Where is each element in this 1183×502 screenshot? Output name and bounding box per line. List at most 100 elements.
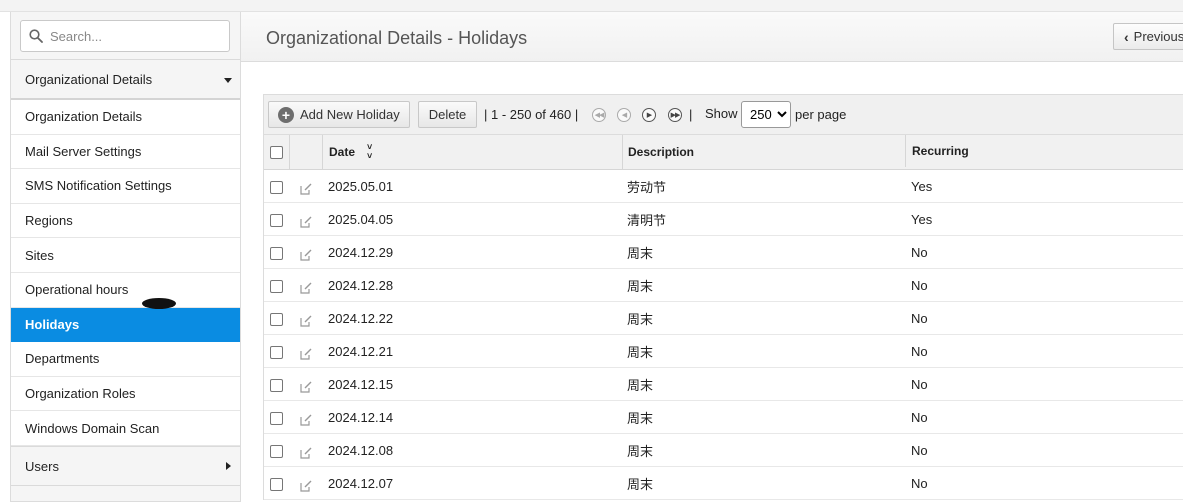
sidebar: Organizational Details Organization Deta… (10, 12, 241, 502)
row-checkbox-cell (264, 368, 289, 400)
sidebar-item-organization-roles[interactable]: Organization Roles (11, 376, 240, 412)
row-checkbox[interactable] (270, 246, 283, 260)
row-checkbox-cell (264, 335, 289, 367)
row-checkbox-cell (264, 269, 289, 301)
section-header-label: Users (25, 458, 59, 474)
per-page-select[interactable]: 250 (741, 101, 791, 128)
section-header-users[interactable]: Users (11, 446, 240, 486)
row-checkbox[interactable] (270, 180, 283, 194)
date-cell: 2024.12.22 (328, 310, 394, 326)
edit-cell (289, 335, 322, 367)
table-row[interactable]: 2024.12.14 周末 No (264, 401, 1183, 434)
delete-button-label: Delete (428, 107, 467, 122)
edit-icon[interactable] (299, 315, 312, 327)
table-row[interactable]: 2025.04.05 清明节 Yes (264, 203, 1183, 236)
first-page-icon[interactable]: ◀◀ (592, 108, 606, 122)
table-row[interactable]: 2024.12.21 周末 No (264, 335, 1183, 368)
sidebar-item-mail-server-settings[interactable]: Mail Server Settings (11, 134, 240, 170)
edit-icon[interactable] (299, 381, 312, 393)
sidebar-item-label: Departments (25, 351, 100, 367)
edit-icon[interactable] (299, 282, 312, 294)
edit-icon[interactable] (299, 348, 312, 360)
per-page-label: per page (795, 107, 847, 122)
row-checkbox-cell (264, 203, 289, 235)
sidebar-item-departments[interactable]: Departments (11, 342, 240, 377)
sidebar-item-label: Sites (25, 247, 54, 263)
sidebar-item-organization-details[interactable]: Organization Details (11, 100, 240, 135)
page-header: Organizational Details - Holidays ‹ Prev… (241, 12, 1183, 62)
sidebar-item-regions[interactable]: Regions (11, 203, 240, 239)
edit-cell (289, 401, 322, 433)
pager-range: | 1 - 250 of 460 | (484, 107, 579, 122)
edit-icon[interactable] (299, 183, 312, 195)
last-page-icon[interactable]: ▶▶ (668, 108, 682, 122)
sidebar-item-operational-hours[interactable]: Operational hours (11, 272, 240, 308)
edit-cell (289, 467, 322, 499)
search-input[interactable] (50, 28, 220, 44)
sidebar-item-label: Mail Server Settings (25, 143, 142, 159)
row-checkbox[interactable] (270, 279, 283, 293)
table-row[interactable]: 2025.05.01 劳动节 Yes (264, 170, 1183, 203)
sidebar-item-sites[interactable]: Sites (11, 238, 240, 273)
row-checkbox[interactable] (270, 477, 283, 491)
edit-icon[interactable] (299, 216, 312, 228)
sidebar-item-holidays[interactable]: Holidays (11, 307, 240, 343)
date-cell: 2024.12.28 (328, 277, 394, 293)
edit-icon[interactable] (299, 447, 312, 459)
recurring-cell: No (911, 409, 928, 425)
row-checkbox[interactable] (270, 444, 283, 458)
row-checkbox-cell (264, 170, 289, 202)
row-checkbox[interactable] (270, 411, 283, 425)
recurring-column-header[interactable]: Recurring (905, 135, 1183, 167)
select-all-checkbox[interactable] (270, 145, 283, 159)
description-cell: 周末 (627, 476, 654, 492)
row-checkbox[interactable] (270, 213, 283, 227)
edit-cell (289, 203, 322, 235)
table-row[interactable]: 2024.12.15 周末 No (264, 368, 1183, 401)
row-checkbox[interactable] (270, 345, 283, 359)
chevron-left-icon: ‹ (1124, 28, 1129, 45)
recurring-cell: No (911, 277, 928, 293)
sidebar-item-windows-domain-scan[interactable]: Windows Domain Scan (11, 411, 240, 446)
date-cell: 2024.12.07 (328, 475, 394, 491)
table-row[interactable]: 2024.12.08 周末 No (264, 434, 1183, 467)
edit-icon[interactable] (299, 249, 312, 261)
table-row[interactable]: 2024.12.29 周末 No (264, 236, 1183, 269)
sidebar-item-label: Holidays (25, 316, 80, 332)
pager-separator: | (689, 107, 693, 122)
description-header-label: Description (628, 145, 695, 159)
description-column-header[interactable]: Description (622, 135, 905, 169)
sidebar-item-label: Operational hours (25, 282, 129, 298)
edit-icon[interactable] (299, 414, 312, 426)
date-cell: 2024.12.29 (328, 244, 394, 260)
description-cell: 清明节 (627, 212, 667, 228)
search-box[interactable] (20, 20, 230, 52)
sidebar-item-sms-notification-settings[interactable]: SMS Notification Settings (11, 169, 240, 204)
edit-cell (289, 170, 322, 202)
row-checkbox[interactable] (270, 312, 283, 326)
next-page-icon[interactable]: ▶ (642, 108, 656, 122)
search-icon (29, 29, 43, 43)
holidays-table: Date ˅ ˅ Description Recurring 2025.05.01… (263, 135, 1183, 500)
delete-button[interactable]: Delete (418, 101, 477, 128)
row-checkbox-cell (264, 401, 289, 433)
section-header-organizational-details[interactable]: Organizational Details (11, 59, 240, 100)
edit-icon[interactable] (299, 480, 312, 492)
sort-descending-icon[interactable]: ˅ ˅ (367, 143, 372, 161)
recurring-cell: No (911, 343, 928, 359)
prev-page-icon[interactable]: ◀ (617, 108, 631, 122)
previous-button-label: Previous (1133, 29, 1183, 44)
row-checkbox-cell (264, 467, 289, 499)
description-cell: 周末 (627, 410, 654, 426)
description-cell: 周末 (627, 278, 654, 294)
add-new-holiday-button[interactable]: + Add New Holiday (268, 101, 410, 128)
date-cell: 2024.12.21 (328, 343, 394, 359)
edit-cell (289, 236, 322, 268)
sidebar-item-label: Windows Domain Scan (25, 420, 160, 436)
table-row[interactable]: 2024.12.28 周末 No (264, 269, 1183, 302)
previous-button[interactable]: ‹ Previous (1113, 23, 1183, 50)
row-checkbox[interactable] (270, 378, 283, 392)
date-column-header[interactable]: Date ˅ ˅ (322, 135, 622, 169)
table-row[interactable]: 2024.12.22 周末 No (264, 302, 1183, 335)
table-row[interactable]: 2024.12.07 周末 No (264, 467, 1183, 500)
